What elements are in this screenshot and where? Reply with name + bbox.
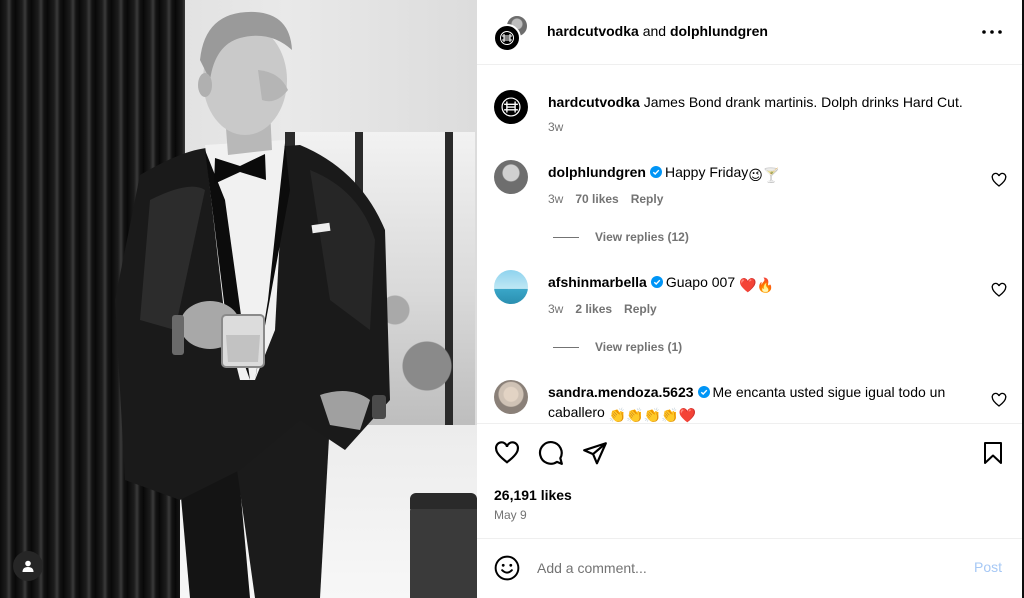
more-horizontal-icon — [982, 30, 1002, 34]
divider — [553, 346, 579, 348]
post-authors: hardcutvodka and dolphlundgren — [547, 23, 768, 39]
collab-avatars[interactable] — [493, 14, 533, 52]
hardcut-logo-icon — [500, 31, 514, 45]
red-heart-emoji: ❤️ — [678, 407, 696, 423]
heart-icon — [495, 441, 519, 464]
emoji-picker-icon[interactable] — [494, 555, 520, 581]
cocktail-emoji: 🍸 — [762, 167, 781, 183]
like-comment-heart-icon[interactable] — [991, 392, 1007, 408]
comments-section[interactable]: hardcutvodka James Bond drank martinis. … — [477, 66, 1022, 423]
like-button[interactable] — [493, 439, 521, 467]
verified-badge-icon — [697, 386, 710, 398]
comment-body: sandra.mendoza.5623 Me encanta usted sigu… — [548, 382, 978, 423]
view-replies-label: View replies (1) — [595, 340, 683, 354]
more-options-button[interactable] — [980, 22, 1004, 42]
comment-likes[interactable]: 2 likes — [575, 302, 612, 316]
comment-username[interactable]: hardcutvodka — [548, 94, 640, 110]
brand-logo-avatar — [493, 24, 521, 52]
comment-meta: 3w 70 likes Reply — [548, 192, 663, 206]
hardcut-logo-icon — [501, 97, 521, 117]
comment-username[interactable]: sandra.mendoza.5623 — [548, 384, 694, 400]
comment-text: Guapo 007 — [665, 274, 736, 290]
fire-emoji: 🔥 — [756, 277, 774, 293]
divider — [553, 236, 579, 238]
man-in-tuxedo-figure — [115, 11, 390, 598]
post-side-panel: hardcutvodka and dolphlundgren hardcutvo… — [477, 0, 1022, 598]
comment-button[interactable] — [537, 439, 565, 467]
authors-connector: and — [642, 23, 667, 39]
coauthor-link[interactable]: dolphlundgren — [670, 23, 768, 39]
post-photo — [0, 0, 477, 598]
tagged-user-button[interactable] — [13, 551, 43, 581]
comment-meta: 3w 2 likes Reply — [548, 302, 657, 316]
like-count[interactable]: 26,191 likes — [494, 487, 572, 503]
comment-username[interactable]: afshinmarbella — [548, 274, 647, 290]
save-button[interactable] — [979, 439, 1007, 467]
avatar[interactable] — [494, 380, 528, 414]
share-button[interactable] — [581, 439, 609, 467]
user-icon — [22, 560, 34, 572]
comment-time[interactable]: 3w — [548, 120, 563, 134]
clapping-emoji: 👏 — [626, 407, 644, 423]
like-comment-heart-icon[interactable] — [991, 172, 1007, 188]
view-replies-button[interactable]: View replies (1) — [553, 340, 682, 354]
reply-button[interactable]: Reply — [624, 302, 657, 316]
comment-body: afshinmarbella Guapo 007 ❤️🔥 — [548, 272, 968, 295]
comment-meta: 3w — [548, 120, 563, 134]
comment-time[interactable]: 3w — [548, 302, 563, 316]
view-replies-label: View replies (12) — [595, 230, 689, 244]
comment-text: James Bond drank martinis. Dolph drinks … — [643, 94, 963, 110]
reply-button[interactable]: Reply — [631, 192, 664, 206]
clapping-emoji: 👏 — [643, 407, 662, 423]
verified-badge-icon — [650, 276, 663, 288]
post-comment-button[interactable]: Post — [974, 559, 1002, 575]
post-header: hardcutvodka and dolphlundgren — [477, 0, 1022, 65]
comment-text: Happy Friday — [664, 164, 749, 180]
red-heart-emoji: ❤️ — [739, 277, 757, 293]
post-actions: 26,191 likes May 9 — [477, 423, 1022, 538]
comment-body: dolphlundgren Happy Friday😉🍸 — [548, 162, 968, 185]
like-comment-heart-icon[interactable] — [991, 282, 1007, 298]
wink-emoji: 😉 — [748, 167, 763, 183]
send-icon — [583, 442, 607, 465]
clapping-emoji: 👏 — [608, 407, 627, 423]
comment-bubble-icon — [538, 441, 563, 465]
comment-time[interactable]: 3w — [548, 192, 563, 206]
verified-badge-icon — [649, 166, 662, 178]
post-date[interactable]: May 9 — [494, 508, 527, 522]
avatar[interactable] — [494, 270, 528, 304]
view-replies-button[interactable]: View replies (12) — [553, 230, 689, 244]
comment-username[interactable]: dolphlundgren — [548, 164, 646, 180]
avatar[interactable] — [494, 90, 528, 124]
caption-text: hardcutvodka James Bond drank martinis. … — [548, 92, 968, 112]
bookmark-icon — [984, 442, 1002, 464]
avatar[interactable] — [494, 160, 528, 194]
comment-likes[interactable]: 70 likes — [575, 192, 618, 206]
add-comment-bar: Post — [477, 538, 1022, 598]
clapping-emoji: 👏 — [661, 407, 679, 423]
comment-input[interactable] — [537, 556, 957, 580]
author-link[interactable]: hardcutvodka — [547, 23, 639, 39]
